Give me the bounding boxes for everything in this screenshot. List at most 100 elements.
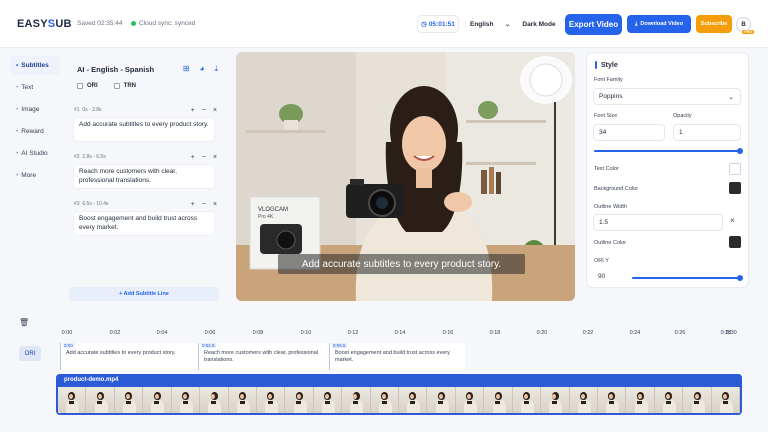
line-controls: + − × [191,107,220,114]
timer-text: 05:01:51 [428,20,455,28]
outline-color-swatch[interactable] [729,236,741,248]
line-time: 2.8s - 6.5s [82,154,106,160]
video-clip-name: product-demo.mp4 [56,374,742,386]
sidebar-item-image[interactable]: • Image [10,100,60,119]
slider-knob[interactable] [737,275,743,281]
editor-app: EASYSUB Saved 02:35:44 Cloud sync: synce… [0,0,768,432]
minus-icon[interactable]: − [202,154,206,161]
sidebar-item-label: Subtitles [21,62,49,69]
font-size-label: Font Size [594,113,618,119]
line-number: #3 [74,201,80,207]
ori-label: ORI [87,83,98,89]
download-video-button[interactable]: ⤓ Download Video [627,15,691,33]
pro-badge: PRO [742,30,754,34]
download-icon[interactable]: ⤓ [214,64,218,74]
chevron-down-icon: ⌄ [504,21,510,28]
subtitle-panel-tools: ⊞ ◕ ⤓ [183,64,218,74]
font-family-label: Font Family [594,77,623,83]
sidebar-item-ai-studio[interactable]: • AI Studio [10,144,60,163]
line-time: 6.5s - 10.4s [82,201,109,207]
timeline-subtitle-segment[interactable]: 0:06.5 Boost engagement and build trust … [329,343,465,370]
logo-text-1: EASY [17,18,48,30]
subscribe-button[interactable]: Subscribe [696,15,732,33]
segment-text: Boost engagement and build trust across … [335,350,450,363]
plus-icon[interactable]: + [191,201,195,208]
dark-mode-button[interactable]: Dark Mode [518,15,560,33]
style-heading-text: Style [601,61,618,69]
subtitle-text-input[interactable]: Boost engagement and build trust across … [73,211,215,236]
cloud-sync-status: Cloud sync: synced [131,20,195,27]
bullet-icon: • [16,106,19,113]
palette-icon[interactable]: ◕ [200,64,205,74]
close-icon[interactable]: × [213,201,217,208]
download-label: Download Video [640,21,684,27]
font-size-input[interactable]: 34 [593,124,665,141]
add-subtitle-line-button[interactable]: + Add Subtitle Line [69,287,219,301]
text-color-label: Text Color [594,166,619,172]
bullet-icon: • [16,150,19,157]
timeline-ruler[interactable]: 0:00 0:02 0:04 0:06 0:08 0:10 0:12 0:14 … [58,330,748,338]
avatar[interactable]: B PRO [736,17,754,34]
sidebar-item-more[interactable]: • More [10,166,60,185]
tick-label: 0:22 [582,330,594,336]
ori-checkbox[interactable]: ORI [77,83,98,89]
timer[interactable]: ◷ 05:01:51 [417,15,459,33]
bullet-icon: • [16,62,19,69]
segment-text: Add accurate subtitles to every product … [66,350,176,356]
plus-icon[interactable]: + [191,107,195,114]
avatar-initial: B [741,21,746,28]
sidebar-item-reward[interactable]: • Reward [10,122,60,141]
close-icon[interactable]: × [730,216,735,225]
line-time: 0s - 2.8s [82,107,102,113]
segment-time: 0:06.5 [332,343,347,348]
sidebar-item-subtitles[interactable]: • Subtitles [10,56,60,75]
video-thumbnail [541,387,570,413]
ori-y-value[interactable]: 90 [598,273,605,280]
grid-icon[interactable]: ⊞ [183,64,190,74]
video-thumbnail [711,387,741,413]
video-caption[interactable]: Add accurate subtitles to every product … [278,254,525,274]
chevron-down-icon: ⌄ [728,93,734,101]
slider-knob[interactable] [737,148,743,154]
video-track[interactable]: product-demo.mp4 [56,374,742,415]
tick-label-end: 0:30 [726,330,737,336]
close-icon[interactable]: × [213,107,217,114]
export-video-button[interactable]: Export Video [565,14,622,35]
video-thumbnail [626,387,655,413]
video-thumbnail [86,387,115,413]
outline-width-input[interactable]: 1.5 [593,214,723,231]
opacity-slider[interactable] [594,150,740,152]
text-color-swatch[interactable] [729,163,741,175]
tick-label: 0:24 [629,330,641,336]
close-icon[interactable]: × [213,154,217,161]
subtitle-line: #3 6.5s - 10.4s + − × Boost engagement and… [72,199,220,236]
video-thumbnail [342,387,371,413]
minus-icon[interactable]: − [202,107,206,114]
tick-label: 0:26 [674,330,686,336]
font-family-select[interactable]: Poppins ⌄ [593,88,741,105]
video-thumbnail [455,387,485,413]
ori-track-label[interactable]: ORI [19,346,41,361]
box-model-text: Pro 4K [258,214,274,220]
opacity-label: Opacity [673,113,692,119]
trn-checkbox[interactable]: TRN [113,83,136,89]
subtitle-text-input[interactable]: Reach more customers with clear, profess… [73,164,215,189]
minus-icon[interactable]: − [202,201,206,208]
line-meta: #1 0s - 2.8s [74,107,102,113]
trash-icon[interactable]: 🗑 [19,318,29,327]
video-thumbnail [114,387,144,413]
subtitle-text-input[interactable]: Add accurate subtitles to every product … [73,117,215,142]
opacity-input[interactable]: 1 [673,124,741,141]
plus-icon[interactable]: + [191,154,195,161]
ori-y-slider[interactable] [632,277,740,279]
sidebar-item-text[interactable]: • Text [10,78,60,97]
background-color-swatch[interactable] [729,182,741,194]
video-thumbnail [370,387,400,413]
subtitle-panel: AI - English - Spanish ⊞ ◕ ⤓ ORI TRN #1 … [68,58,224,304]
sidebar-item-label: More [21,172,37,179]
checkbox-icon [77,83,83,89]
timeline-subtitle-segment[interactable]: 0:00 Add accurate subtitles to every pro… [60,343,198,370]
logo[interactable]: EASYSUB [17,18,72,30]
timeline-subtitle-segment[interactable]: 0:02.8 Reach more customers with clear, … [198,343,329,370]
language-select[interactable]: English ⌄ [465,15,515,33]
